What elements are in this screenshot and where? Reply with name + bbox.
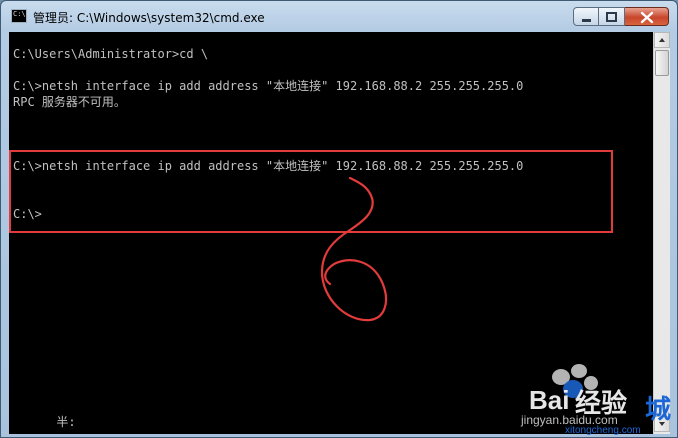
scroll-thumb[interactable] [655,50,669,76]
console-line: C:\>netsh interface ip add address "本地连接… [13,79,524,93]
scribble-digit-six [320,176,388,322]
watermark-url-secondary: xitongcheng.com [565,425,641,436]
close-icon [640,11,654,24]
watermark-cheng: 城 [645,395,672,425]
maximize-button[interactable] [599,7,625,26]
minimize-icon [582,19,591,22]
scroll-up-button[interactable] [654,32,670,48]
cmd-icon-label: C:\ [13,10,26,18]
arrow-up-icon [659,38,665,42]
window-title: 管理员: C:\Windows\system32\cmd.exe [33,11,265,25]
minimize-button[interactable] [573,7,599,26]
maximize-icon [606,12,617,22]
console-line: 半: [13,415,76,429]
console-line: RPC 服务器不可用。 [13,95,126,109]
title-bar[interactable]: C:\ 管理员: C:\Windows\system32\cmd.exe [1,1,677,32]
watermark-brand: Bai [529,385,570,415]
caption-buttons [573,7,669,26]
close-button[interactable] [625,7,669,26]
cmd-icon[interactable]: C:\ [11,9,27,23]
baidu-watermark: Bai 经验 城 jingyan.baidu.com xitongcheng.c… [515,355,675,436]
console-line: C:\Users\Administrator>cd \ [13,47,209,61]
